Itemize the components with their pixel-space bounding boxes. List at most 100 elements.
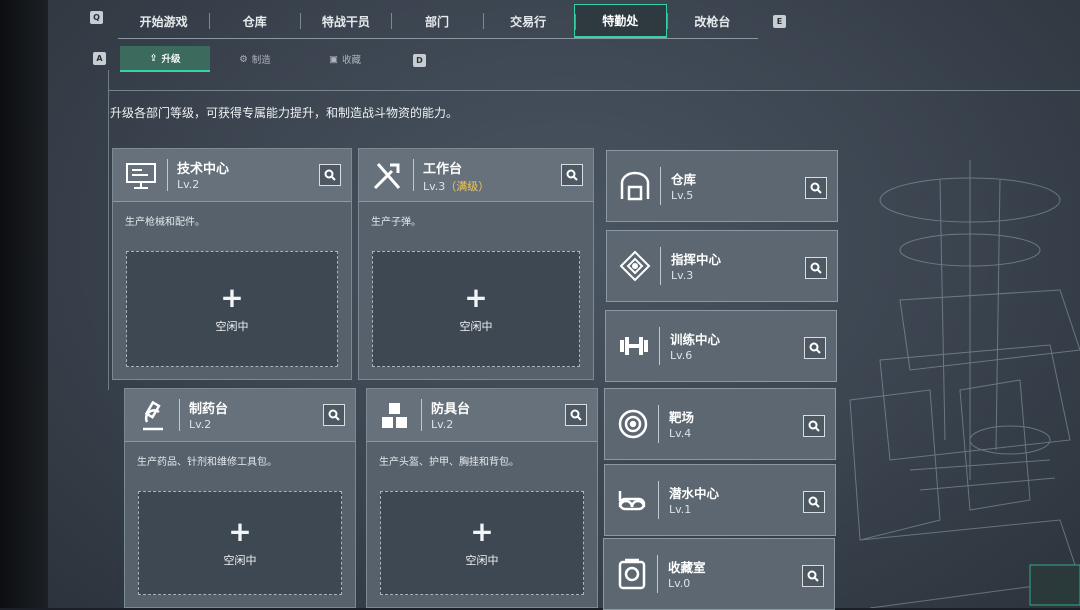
tab-2[interactable]: 特战干员 xyxy=(300,4,391,38)
vault-icon xyxy=(614,555,650,593)
slot-status: 空闲中 xyxy=(465,554,499,567)
subtab-label: 制造 xyxy=(251,55,271,66)
facility-name: 潜水中心 xyxy=(669,486,720,501)
search-icon[interactable] xyxy=(802,565,824,587)
tab-4[interactable]: 交易行 xyxy=(482,4,574,38)
production-slot[interactable]: + 空闲中 xyxy=(138,491,342,595)
department-card[interactable]: 技术中心 Lv.2 生产枪械和配件。 + 空闲中 xyxy=(112,148,352,380)
sub-tab-bar: ⇪ 升级 ⚙ 制造 ▣ 收藏 xyxy=(120,46,390,72)
subtab-craft[interactable]: ⚙ 制造 xyxy=(210,46,300,72)
search-icon[interactable] xyxy=(319,164,341,186)
department-description: 生产头盔、护甲、胸挂和背包。 xyxy=(379,457,519,468)
subtab-upgrade[interactable]: ⇪ 升级 xyxy=(120,46,210,72)
facility-name: 指挥中心 xyxy=(671,252,722,267)
key-hint-next-sub: D xyxy=(413,54,426,67)
warehouse-icon xyxy=(617,167,653,205)
facility-name: 仓库 xyxy=(671,172,697,187)
production-slot[interactable]: + 空闲中 xyxy=(372,251,580,367)
facility-card[interactable]: 潜水中心 Lv.1 xyxy=(604,464,836,536)
separator xyxy=(660,167,661,205)
separator xyxy=(660,247,661,285)
search-icon[interactable] xyxy=(803,415,825,437)
level-value: Lv.2 xyxy=(431,418,454,431)
tab-label: 特战干员 xyxy=(321,14,370,29)
facility-card[interactable]: 仓库 Lv.5 xyxy=(606,150,838,222)
base-wireframe-scene xyxy=(849,160,1080,608)
production-slot[interactable]: + 空闲中 xyxy=(126,251,338,367)
department-card[interactable]: 工作台 Lv.3（满级） 生产子弹。 + 空闲中 xyxy=(358,148,594,380)
tools-icon xyxy=(369,158,405,194)
separator xyxy=(658,481,659,519)
separator xyxy=(659,327,660,365)
tab-label: 仓库 xyxy=(242,14,267,29)
intro-text: 升级各部门等级，可获得专属能力提升，和制造战斗物资的能力。 xyxy=(110,106,459,120)
separator xyxy=(658,405,659,443)
upgrade-icon: ⇪ xyxy=(149,52,158,64)
facility-level: Lv.3 xyxy=(671,269,694,282)
subtab-collection[interactable]: ▣ 收藏 xyxy=(300,46,390,72)
separator xyxy=(167,159,168,191)
search-icon[interactable] xyxy=(805,177,827,199)
department-level: Lv.2 xyxy=(177,178,199,191)
key-hint-prev-tab: Q xyxy=(90,11,103,24)
card-header: 制药台 Lv.2 xyxy=(125,389,355,442)
department-description: 生产子弹。 xyxy=(371,217,421,228)
card-header: 技术中心 Lv.2 xyxy=(113,149,351,202)
tab-label: 交易行 xyxy=(510,14,547,29)
department-level: Lv.3（满级） xyxy=(423,178,489,194)
frame-line xyxy=(108,70,109,390)
facility-card[interactable]: 收藏室 Lv.0 xyxy=(603,538,835,610)
microscope-icon xyxy=(135,398,171,434)
department-card[interactable]: 制药台 Lv.2 生产药品、针剂和维修工具包。 + 空闲中 xyxy=(124,388,356,608)
slot-status: 空闲中 xyxy=(459,320,493,333)
production-slot[interactable]: + 空闲中 xyxy=(380,491,584,595)
department-name: 防具台 xyxy=(431,402,471,417)
computer-icon xyxy=(123,158,159,194)
separator xyxy=(657,555,658,593)
tab-label: 开始游戏 xyxy=(139,14,188,29)
department-name: 工作台 xyxy=(423,162,463,177)
search-icon[interactable] xyxy=(805,257,827,279)
facility-level: Lv.5 xyxy=(671,189,694,202)
level-value: Lv.2 xyxy=(189,418,212,431)
level-value: Lv.3 xyxy=(423,180,446,193)
max-level-label: （满级） xyxy=(445,180,490,193)
tab-3[interactable]: 部门 xyxy=(391,4,482,38)
target-icon xyxy=(615,405,651,443)
facility-card[interactable]: 指挥中心 Lv.3 xyxy=(606,230,838,302)
facility-card[interactable]: 靶场 Lv.4 xyxy=(604,388,836,460)
department-name: 制药台 xyxy=(189,402,229,417)
facility-card[interactable]: 训练中心 Lv.6 xyxy=(605,310,837,382)
search-icon[interactable] xyxy=(804,337,826,359)
search-icon[interactable] xyxy=(323,404,345,426)
search-icon[interactable] xyxy=(561,164,583,186)
trophy-icon: ▣ xyxy=(329,53,338,65)
level-value: Lv.2 xyxy=(177,178,200,191)
department-card[interactable]: 防具台 Lv.2 生产头盔、护甲、胸挂和背包。 + 空闲中 xyxy=(366,388,598,608)
slot-status: 空闲中 xyxy=(215,320,249,333)
key-hint-next-tab: E xyxy=(773,15,786,28)
card-header: 工作台 Lv.3（满级） xyxy=(359,149,593,202)
tab-label: 改枪台 xyxy=(694,14,731,29)
plus-icon: + xyxy=(228,515,252,548)
tab-0[interactable]: 开始游戏 xyxy=(118,4,209,38)
department-level: Lv.2 xyxy=(431,418,453,431)
search-icon[interactable] xyxy=(803,491,825,513)
plus-icon: + xyxy=(470,515,494,548)
department-description: 生产药品、针剂和维修工具包。 xyxy=(137,457,277,468)
facility-level: Lv.6 xyxy=(670,349,693,362)
plus-icon: + xyxy=(220,281,244,314)
separator xyxy=(413,159,414,191)
tab-label: 特勤处 xyxy=(602,14,639,28)
facility-name: 收藏室 xyxy=(668,560,706,575)
separator xyxy=(179,399,180,431)
command-icon xyxy=(617,247,653,285)
tab-5[interactable]: 特勤处 xyxy=(573,4,667,38)
divider xyxy=(108,90,1080,91)
diving-mask-icon xyxy=(615,481,651,519)
facility-level: Lv.4 xyxy=(669,427,692,440)
tab-1[interactable]: 仓库 xyxy=(209,4,300,38)
plus-icon: + xyxy=(464,281,488,314)
search-icon[interactable] xyxy=(565,404,587,426)
tab-6[interactable]: 改枪台 xyxy=(666,4,758,38)
